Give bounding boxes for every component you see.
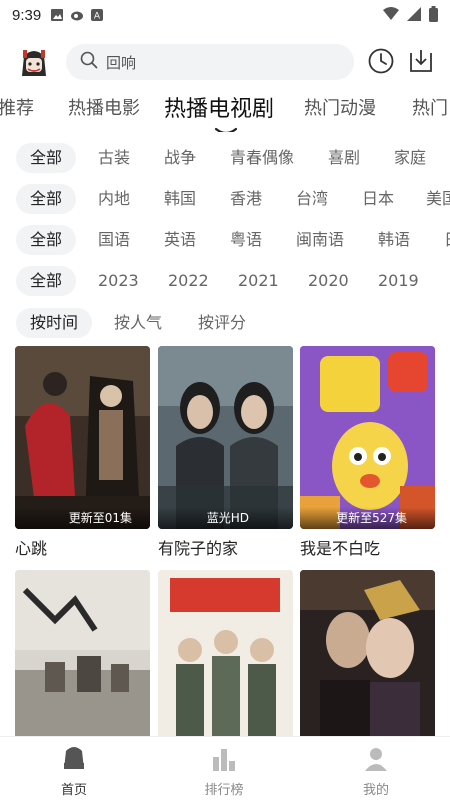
filter-region-option[interactable]: 日本 [348,184,408,214]
sort-by-popularity[interactable]: 按人气 [100,308,176,338]
filter-region-option[interactable]: 香港 [216,184,276,214]
app-icon: A [91,9,104,22]
filter-year-option[interactable]: 2019 [364,266,433,296]
filter-language-all[interactable]: 全部 [16,225,77,255]
video-title: 有院子的家 [158,539,239,558]
history-button[interactable] [366,48,396,78]
bottom-navigation: 首页 排行榜 我的 [0,736,450,800]
download-icon [407,47,435,79]
poster-image [15,570,150,753]
filter-row-region: 全部 内地 韩国 香港 台湾 日本 美国 [0,179,450,217]
nav-ranking[interactable]: 排行榜 [184,745,264,798]
ranking-icon [210,745,238,773]
filter-year-option[interactable]: 2023 [84,266,153,296]
nav-ranking-label: 排行榜 [204,783,244,798]
filter-language-option[interactable]: 粤语 [216,225,276,255]
sort-by-time[interactable]: 按时间 [16,308,93,338]
tab-hot-movies[interactable]: 热播电影 [68,94,140,120]
image-icon [51,9,64,21]
video-title: 我是不白吃 [300,539,381,558]
poster-image [158,570,293,753]
active-tab-indicator [214,120,238,132]
weibo-icon [71,9,84,21]
video-title: 心跳 [15,539,48,558]
profile-icon [362,745,390,773]
filter-row-sort: 按时间 按人气 按评分 [0,303,450,341]
category-tabs: 推荐 热播电影 热播电视剧 热门动漫 热门 [0,86,450,132]
search-icon [80,51,98,73]
filter-genre-option[interactable]: 喜剧 [314,143,374,173]
filter-language-option[interactable]: 闽南语 [282,225,358,255]
filter-region-option[interactable]: 台湾 [282,184,342,214]
video-card[interactable]: 蓝光HD 有院子的家 [158,346,293,559]
app-logo[interactable] [14,42,54,82]
header: 回响 [0,38,450,86]
filter-year-option[interactable]: 2020 [294,266,363,296]
filter-region-all[interactable]: 全部 [16,184,77,214]
nav-home-label: 首页 [60,783,87,798]
filter-language-option[interactable]: 韩语 [364,225,424,255]
search-bar[interactable]: 回响 [66,44,354,80]
filter-language-option[interactable]: 日 [430,225,450,255]
nav-profile-label: 我的 [362,783,389,798]
filter-genre-option[interactable]: 家庭 [380,143,440,173]
tab-recommend[interactable]: 推荐 [0,94,34,120]
video-card[interactable] [300,570,435,753]
poster-image: 蓝光HD [158,346,293,529]
filter-row-genre: 全部 古装 战争 青春偶像 喜剧 家庭 [0,138,450,176]
poster-image: 更新至01集 [15,346,150,529]
wifi-icon [383,7,399,25]
filter-language-option[interactable]: 英语 [150,225,210,255]
filter-genre-option[interactable]: 古装 [84,143,144,173]
download-button[interactable] [406,48,436,78]
video-card[interactable]: 更新至527集 我是不白吃 [300,346,435,559]
svg-text:A: A [94,12,101,22]
filter-row-language: 全部 国语 英语 粤语 闽南语 韩语 日 [0,220,450,258]
status-time: 9:39 [12,6,42,24]
filter-genre-all[interactable]: 全部 [16,143,77,173]
signal-icon [407,7,421,25]
tab-hot-more[interactable]: 热门 [412,94,448,120]
nav-home[interactable]: 首页 [34,745,114,798]
quality-badge: 蓝光HD [158,507,293,529]
filter-genre-option[interactable]: 青春偶像 [216,143,308,173]
home-icon [60,745,88,773]
search-input[interactable]: 回响 [106,52,136,73]
filter-language-option[interactable]: 国语 [84,225,144,255]
poster-image: 更新至527集 [300,346,435,529]
status-right [383,6,438,26]
sort-by-rating[interactable]: 按评分 [184,308,260,338]
video-card[interactable] [15,570,150,753]
status-bar: 9:39 A [0,0,450,30]
filter-year-option[interactable]: 2022 [154,266,223,296]
battery-icon [429,6,438,26]
tab-hot-tv[interactable]: 热播电视剧 [164,91,274,123]
nav-profile[interactable]: 我的 [336,745,416,798]
video-card[interactable] [158,570,293,753]
filter-year-option[interactable]: 2021 [224,266,293,296]
poster-image [300,570,435,753]
filter-row-year: 全部 2023 2022 2021 2020 2019 [0,261,450,299]
video-card[interactable]: 更新至01集 心跳 [15,346,150,559]
update-badge: 更新至01集 [15,507,150,529]
filter-year-all[interactable]: 全部 [16,266,77,296]
filter-region-option[interactable]: 内地 [84,184,144,214]
update-badge: 更新至527集 [300,507,435,529]
clock-icon [367,47,395,79]
filter-genre-option[interactable]: 战争 [150,143,210,173]
tab-hot-anime[interactable]: 热门动漫 [304,94,376,120]
filter-region-option[interactable]: 美国 [412,184,450,214]
filter-region-option[interactable]: 韩国 [150,184,210,214]
